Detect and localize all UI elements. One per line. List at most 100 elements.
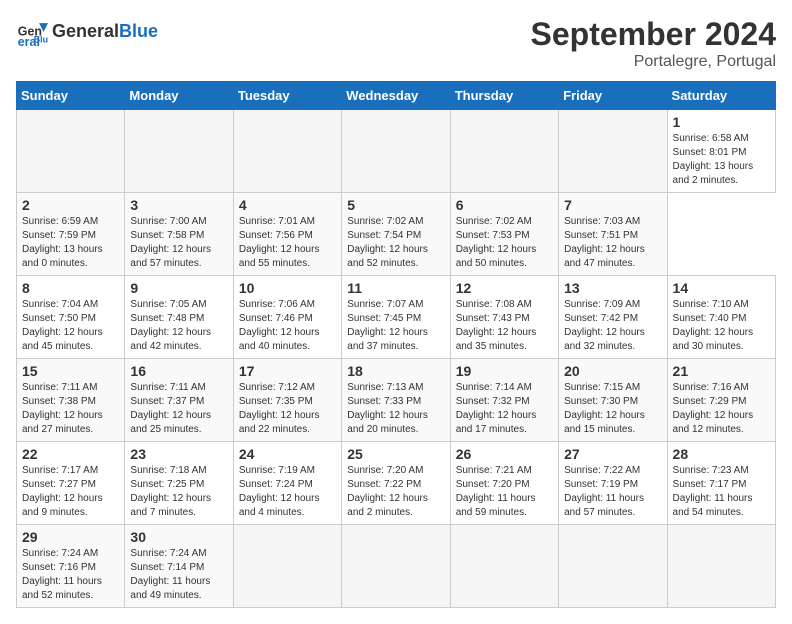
empty-cell (17, 110, 125, 193)
day-number: 10 (239, 280, 336, 296)
day-cell-1: 1 Sunrise: 6:58 AM Sunset: 8:01 PM Dayli… (667, 110, 775, 193)
day-number: 9 (130, 280, 227, 296)
day-info: Sunrise: 7:05 AM Sunset: 7:48 PM Dayligh… (130, 298, 227, 354)
day-number: 27 (564, 446, 661, 462)
logo-icon: Gen eral Blue (16, 16, 48, 48)
empty-cell (233, 110, 341, 193)
weekday-header-saturday: Saturday (667, 82, 775, 110)
page-header: Gen eral Blue GeneralBlue September 2024… (16, 16, 776, 71)
day-info: Sunrise: 7:03 AM Sunset: 7:51 PM Dayligh… (564, 215, 661, 271)
day-cell-23: 23 Sunrise: 7:18 AM Sunset: 7:25 PM Dayl… (125, 442, 233, 525)
day-number: 29 (22, 529, 119, 545)
empty-cell (559, 110, 667, 193)
day-info: Sunrise: 7:19 AM Sunset: 7:24 PM Dayligh… (239, 464, 336, 520)
calendar-table: SundayMondayTuesdayWednesdayThursdayFrid… (16, 81, 776, 608)
day-info: Sunrise: 7:06 AM Sunset: 7:46 PM Dayligh… (239, 298, 336, 354)
day-info: Sunrise: 6:58 AM Sunset: 8:01 PM Dayligh… (673, 132, 770, 188)
day-cell-8: 8 Sunrise: 7:04 AM Sunset: 7:50 PM Dayli… (17, 276, 125, 359)
day-info: Sunrise: 7:07 AM Sunset: 7:45 PM Dayligh… (347, 298, 444, 354)
day-info: Sunrise: 7:24 AM Sunset: 7:14 PM Dayligh… (130, 547, 227, 603)
day-cell-3: 3 Sunrise: 7:00 AM Sunset: 7:58 PM Dayli… (125, 193, 233, 276)
day-info: Sunrise: 7:02 AM Sunset: 7:53 PM Dayligh… (456, 215, 553, 271)
day-number: 8 (22, 280, 119, 296)
day-cell-4: 4 Sunrise: 7:01 AM Sunset: 7:56 PM Dayli… (233, 193, 341, 276)
day-cell-5: 5 Sunrise: 7:02 AM Sunset: 7:54 PM Dayli… (342, 193, 450, 276)
day-info: Sunrise: 7:20 AM Sunset: 7:22 PM Dayligh… (347, 464, 444, 520)
day-cell-26: 26 Sunrise: 7:21 AM Sunset: 7:20 PM Dayl… (450, 442, 558, 525)
day-cell-22: 22 Sunrise: 7:17 AM Sunset: 7:27 PM Dayl… (17, 442, 125, 525)
day-cell-6: 6 Sunrise: 7:02 AM Sunset: 7:53 PM Dayli… (450, 193, 558, 276)
day-info: Sunrise: 7:08 AM Sunset: 7:43 PM Dayligh… (456, 298, 553, 354)
day-info: Sunrise: 7:22 AM Sunset: 7:19 PM Dayligh… (564, 464, 661, 520)
empty-cell (125, 110, 233, 193)
day-info: Sunrise: 7:24 AM Sunset: 7:16 PM Dayligh… (22, 547, 119, 603)
empty-cell (450, 525, 558, 608)
weekday-header-row: SundayMondayTuesdayWednesdayThursdayFrid… (17, 82, 776, 110)
day-number: 7 (564, 197, 661, 213)
week-row-1: 1 Sunrise: 6:58 AM Sunset: 8:01 PM Dayli… (17, 110, 776, 193)
day-number: 4 (239, 197, 336, 213)
weekday-header-tuesday: Tuesday (233, 82, 341, 110)
empty-cell (233, 525, 341, 608)
day-cell-21: 21 Sunrise: 7:16 AM Sunset: 7:29 PM Dayl… (667, 359, 775, 442)
day-cell-14: 14 Sunrise: 7:10 AM Sunset: 7:40 PM Dayl… (667, 276, 775, 359)
day-cell-27: 27 Sunrise: 7:22 AM Sunset: 7:19 PM Dayl… (559, 442, 667, 525)
day-number: 25 (347, 446, 444, 462)
title-section: September 2024 Portalegre, Portugal (531, 16, 776, 71)
svg-text:Blue: Blue (34, 35, 48, 45)
day-info: Sunrise: 7:11 AM Sunset: 7:37 PM Dayligh… (130, 381, 227, 437)
empty-cell (450, 110, 558, 193)
day-number: 1 (673, 114, 770, 130)
day-number: 20 (564, 363, 661, 379)
day-number: 18 (347, 363, 444, 379)
day-number: 14 (673, 280, 770, 296)
day-cell-24: 24 Sunrise: 7:19 AM Sunset: 7:24 PM Dayl… (233, 442, 341, 525)
day-info: Sunrise: 7:14 AM Sunset: 7:32 PM Dayligh… (456, 381, 553, 437)
day-info: Sunrise: 7:10 AM Sunset: 7:40 PM Dayligh… (673, 298, 770, 354)
day-cell-10: 10 Sunrise: 7:06 AM Sunset: 7:46 PM Dayl… (233, 276, 341, 359)
empty-cell (559, 525, 667, 608)
day-number: 26 (456, 446, 553, 462)
day-number: 24 (239, 446, 336, 462)
day-number: 6 (456, 197, 553, 213)
day-cell-30: 30 Sunrise: 7:24 AM Sunset: 7:14 PM Dayl… (125, 525, 233, 608)
day-info: Sunrise: 7:00 AM Sunset: 7:58 PM Dayligh… (130, 215, 227, 271)
week-row-4: 15 Sunrise: 7:11 AM Sunset: 7:38 PM Dayl… (17, 359, 776, 442)
location-title: Portalegre, Portugal (531, 53, 776, 71)
day-info: Sunrise: 6:59 AM Sunset: 7:59 PM Dayligh… (22, 215, 119, 271)
day-cell-15: 15 Sunrise: 7:11 AM Sunset: 7:38 PM Dayl… (17, 359, 125, 442)
day-number: 12 (456, 280, 553, 296)
week-row-5: 22 Sunrise: 7:17 AM Sunset: 7:27 PM Dayl… (17, 442, 776, 525)
day-number: 23 (130, 446, 227, 462)
day-cell-9: 9 Sunrise: 7:05 AM Sunset: 7:48 PM Dayli… (125, 276, 233, 359)
day-number: 30 (130, 529, 227, 545)
day-cell-28: 28 Sunrise: 7:23 AM Sunset: 7:17 PM Dayl… (667, 442, 775, 525)
day-cell-7: 7 Sunrise: 7:03 AM Sunset: 7:51 PM Dayli… (559, 193, 667, 276)
day-info: Sunrise: 7:23 AM Sunset: 7:17 PM Dayligh… (673, 464, 770, 520)
day-cell-2: 2 Sunrise: 6:59 AM Sunset: 7:59 PM Dayli… (17, 193, 125, 276)
month-title: September 2024 (531, 16, 776, 53)
day-info: Sunrise: 7:15 AM Sunset: 7:30 PM Dayligh… (564, 381, 661, 437)
day-info: Sunrise: 7:11 AM Sunset: 7:38 PM Dayligh… (22, 381, 119, 437)
day-info: Sunrise: 7:16 AM Sunset: 7:29 PM Dayligh… (673, 381, 770, 437)
weekday-header-sunday: Sunday (17, 82, 125, 110)
day-info: Sunrise: 7:12 AM Sunset: 7:35 PM Dayligh… (239, 381, 336, 437)
day-cell-18: 18 Sunrise: 7:13 AM Sunset: 7:33 PM Dayl… (342, 359, 450, 442)
logo: Gen eral Blue GeneralBlue (16, 16, 158, 48)
day-info: Sunrise: 7:09 AM Sunset: 7:42 PM Dayligh… (564, 298, 661, 354)
day-number: 28 (673, 446, 770, 462)
day-number: 11 (347, 280, 444, 296)
day-number: 21 (673, 363, 770, 379)
day-info: Sunrise: 7:18 AM Sunset: 7:25 PM Dayligh… (130, 464, 227, 520)
day-number: 16 (130, 363, 227, 379)
day-info: Sunrise: 7:01 AM Sunset: 7:56 PM Dayligh… (239, 215, 336, 271)
day-info: Sunrise: 7:13 AM Sunset: 7:33 PM Dayligh… (347, 381, 444, 437)
day-cell-29: 29 Sunrise: 7:24 AM Sunset: 7:16 PM Dayl… (17, 525, 125, 608)
weekday-header-monday: Monday (125, 82, 233, 110)
day-cell-17: 17 Sunrise: 7:12 AM Sunset: 7:35 PM Dayl… (233, 359, 341, 442)
day-cell-25: 25 Sunrise: 7:20 AM Sunset: 7:22 PM Dayl… (342, 442, 450, 525)
day-cell-13: 13 Sunrise: 7:09 AM Sunset: 7:42 PM Dayl… (559, 276, 667, 359)
day-cell-11: 11 Sunrise: 7:07 AM Sunset: 7:45 PM Dayl… (342, 276, 450, 359)
day-cell-19: 19 Sunrise: 7:14 AM Sunset: 7:32 PM Dayl… (450, 359, 558, 442)
day-info: Sunrise: 7:04 AM Sunset: 7:50 PM Dayligh… (22, 298, 119, 354)
